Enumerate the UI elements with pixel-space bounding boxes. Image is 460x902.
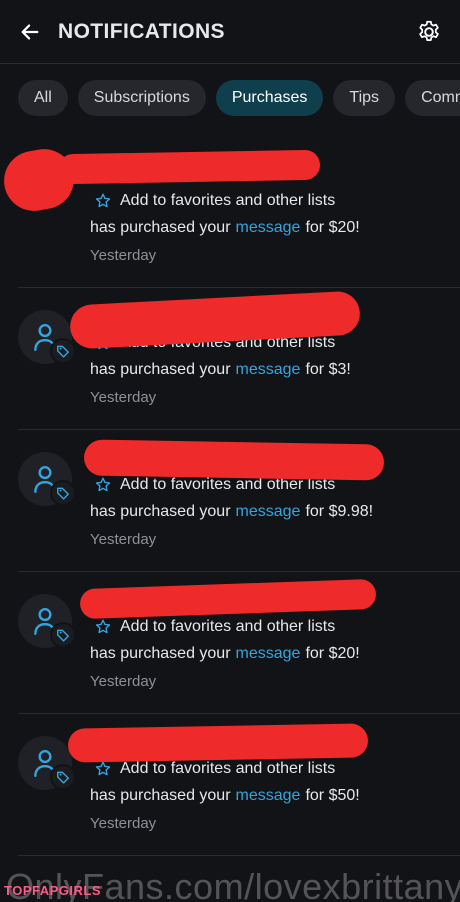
price-tag-icon (50, 480, 76, 506)
purchase-text: has purchased your message for $20! (90, 214, 460, 242)
purchase-amount: for $20! (305, 645, 360, 662)
message-link[interactable]: message (236, 219, 301, 237)
page-title: NOTIFICATIONS (58, 19, 225, 43)
tab-all[interactable]: All (18, 80, 68, 116)
top-bar: NOTIFICATIONS (0, 0, 460, 64)
purchase-text: has purchased your message for $50! (90, 782, 460, 810)
star-icon (95, 761, 111, 776)
purchase-prefix: has purchased your (90, 219, 231, 236)
price-tag-icon (50, 338, 76, 364)
tab-comments[interactable]: Comments (405, 80, 460, 116)
notification-item[interactable]: Add to favorites and other lists has pur… (18, 572, 460, 714)
message-link[interactable]: message (236, 787, 301, 805)
add-to-favorites-link[interactable]: Add to favorites and other lists (90, 614, 460, 640)
star-icon (95, 193, 111, 208)
filter-tabs: All Subscriptions Purchases Tips Comment… (0, 64, 460, 146)
notification-item[interactable]: Add to favorites and other lists has pur… (18, 288, 460, 430)
price-tag-icon (50, 764, 76, 790)
message-link[interactable]: message (236, 503, 301, 521)
star-icon (95, 619, 111, 634)
star-icon (95, 477, 111, 492)
purchase-amount: for $3! (305, 361, 351, 378)
favorites-label: Add to favorites and other lists (120, 618, 336, 635)
favorites-label: Add to favorites and other lists (120, 760, 336, 777)
watermark: OnlyFans.com/lovexbrittanyfr TOPFAPGIRLS (0, 862, 460, 902)
timestamp: Yesterday (90, 530, 157, 548)
redaction-mark (67, 723, 369, 763)
price-tag-icon (50, 622, 76, 648)
purchase-prefix: has purchased your (90, 503, 231, 520)
timestamp: Yesterday (90, 246, 157, 264)
message-link[interactable]: message (236, 361, 301, 379)
timestamp: Yesterday (90, 388, 157, 406)
redaction-mark (83, 439, 385, 481)
purchase-amount: for $50! (305, 787, 360, 804)
tab-subscriptions[interactable]: Subscriptions (77, 80, 206, 116)
back-arrow-icon[interactable] (18, 20, 42, 44)
add-to-favorites-link[interactable]: Add to favorites and other lists (90, 188, 460, 214)
notification-item[interactable]: Add to favorites and other lists has pur… (0, 144, 460, 288)
watermark-badge: TOPFAPGIRLS (4, 883, 101, 898)
gear-icon[interactable] (416, 19, 442, 45)
favorites-label: Add to favorites and other lists (120, 192, 336, 209)
purchase-amount: for $20! (305, 219, 360, 236)
purchase-text: has purchased your message for $3! (90, 356, 460, 384)
purchase-text: has purchased your message for $20! (90, 640, 460, 668)
purchase-prefix: has purchased your (90, 361, 231, 378)
purchase-amount: for $9.98! (305, 503, 374, 520)
timestamp: Yesterday (90, 814, 157, 832)
redaction-mark (57, 149, 321, 185)
notification-list: Add to favorites and other lists has pur… (0, 144, 460, 856)
notification-item[interactable]: Add to favorites and other lists has pur… (18, 714, 460, 856)
purchase-prefix: has purchased your (90, 787, 231, 804)
tab-tips[interactable]: Tips (333, 80, 396, 116)
purchase-prefix: has purchased your (90, 645, 231, 662)
notification-item[interactable]: Add to favorites and other lists has pur… (18, 430, 460, 572)
purchase-text: has purchased your message for $9.98! (90, 498, 460, 526)
message-link[interactable]: message (236, 645, 301, 663)
tab-purchases[interactable]: Purchases (215, 80, 324, 116)
timestamp: Yesterday (90, 672, 157, 690)
